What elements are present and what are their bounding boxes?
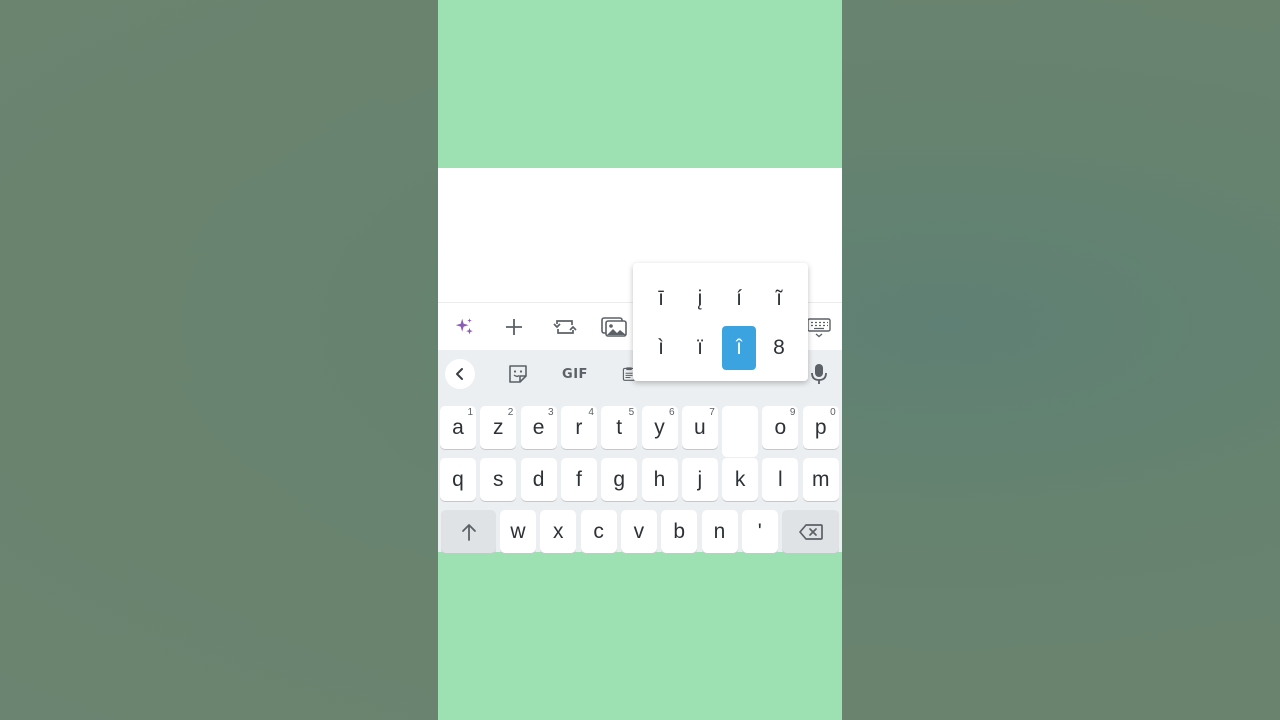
key-t[interactable]: t5 — [601, 406, 638, 449]
key-number-hint: 6 — [668, 407, 675, 418]
key-label: r — [575, 415, 583, 439]
key-y[interactable]: y6 — [641, 406, 678, 449]
key-r[interactable]: r4 — [560, 406, 597, 449]
key-label: h — [653, 467, 666, 491]
key-m[interactable]: m — [802, 458, 839, 501]
key-label: ' — [757, 519, 762, 543]
gif-button[interactable]: GIF — [560, 362, 590, 386]
key-number-hint: 2 — [507, 407, 514, 418]
accent-popup: īįíĩ ìïî8 — [633, 263, 808, 381]
key-number-hint: 9 — [789, 407, 796, 418]
key-number-hint: 5 — [628, 407, 635, 418]
accent-option[interactable]: í — [722, 277, 756, 321]
repost-icon[interactable] — [551, 315, 579, 339]
key-q[interactable]: q — [440, 458, 476, 501]
key-label: b — [673, 519, 686, 543]
key-number-hint: 1 — [467, 407, 473, 418]
accent-option[interactable]: 8 — [762, 326, 796, 370]
key-o[interactable]: o9 — [762, 406, 799, 449]
key-g[interactable]: g — [601, 458, 638, 501]
key-label: p — [814, 415, 827, 439]
key-j[interactable]: j — [681, 458, 718, 501]
key-label: c — [593, 519, 604, 543]
key-l[interactable]: l — [762, 458, 799, 501]
accent-option[interactable]: ì — [644, 326, 678, 370]
keyboard-icon[interactable] — [806, 315, 832, 339]
shift-arrow-icon — [460, 522, 478, 542]
key-u[interactable]: u7 — [681, 406, 718, 449]
key-label: w — [510, 519, 526, 543]
sparkle-icon[interactable] — [452, 315, 476, 339]
key-x[interactable]: x — [540, 510, 577, 553]
key-h[interactable]: h — [641, 458, 678, 501]
gif-label: GIF — [562, 366, 588, 382]
shift-key[interactable] — [441, 510, 496, 553]
key-label: n — [713, 519, 726, 543]
phone-screen: GIF a1z2e3r4t5y6u7o9p0 qsdfghjklm w x c … — [438, 0, 842, 720]
key-label: l — [778, 467, 783, 491]
accent-option[interactable]: į — [683, 277, 717, 321]
key-label: f — [575, 467, 582, 491]
accent-option[interactable]: ĩ — [762, 277, 796, 321]
key-f[interactable]: f — [560, 458, 597, 501]
image-icon[interactable] — [600, 315, 628, 339]
key-label: t — [616, 415, 623, 439]
key-d[interactable]: d — [520, 458, 557, 501]
accent-option[interactable]: ï — [683, 326, 717, 370]
key-number-hint: 4 — [588, 407, 594, 418]
key-'[interactable]: ' — [741, 510, 778, 553]
key-label: z — [493, 415, 504, 439]
key-label: j — [697, 467, 703, 491]
key-k[interactable]: k — [722, 458, 759, 501]
backspace-key[interactable] — [782, 510, 839, 553]
key-label: s — [493, 467, 504, 491]
key-e[interactable]: e3 — [520, 406, 557, 449]
key-number-hint: 0 — [830, 407, 836, 418]
key-label: o — [774, 415, 787, 439]
key-label: u — [693, 415, 706, 439]
key-label: a — [452, 415, 464, 439]
key-a[interactable]: a1 — [440, 406, 476, 449]
key-b[interactable]: b — [661, 510, 698, 553]
key-label: q — [452, 467, 464, 491]
key-label: y — [654, 415, 665, 439]
sticker-icon[interactable] — [506, 362, 530, 386]
key-label: e — [532, 415, 545, 439]
key-p[interactable]: p0 — [802, 406, 839, 449]
key-label: g — [613, 467, 626, 491]
accent-option[interactable]: ī — [644, 277, 678, 321]
accent-option-selected[interactable]: î — [722, 326, 756, 370]
key-n[interactable]: n — [701, 510, 738, 553]
microphone-icon[interactable] — [809, 362, 829, 386]
key-w[interactable]: w — [500, 510, 536, 553]
key-label: x — [553, 519, 564, 543]
plus-icon[interactable] — [502, 315, 526, 339]
key-label: m — [811, 467, 830, 491]
key-number-hint: 3 — [548, 407, 554, 418]
backspace-icon — [798, 523, 824, 541]
key-label: d — [532, 467, 545, 491]
key-label: k — [734, 467, 746, 491]
key-c[interactable]: c — [580, 510, 617, 553]
key-label: v — [633, 519, 645, 543]
key-s[interactable]: s — [480, 458, 517, 501]
key-pressed[interactable] — [722, 406, 759, 457]
key-v[interactable]: v — [620, 510, 657, 553]
back-chevron-icon[interactable] — [445, 359, 475, 389]
key-z[interactable]: z2 — [480, 406, 517, 449]
key-number-hint: 7 — [709, 407, 715, 418]
